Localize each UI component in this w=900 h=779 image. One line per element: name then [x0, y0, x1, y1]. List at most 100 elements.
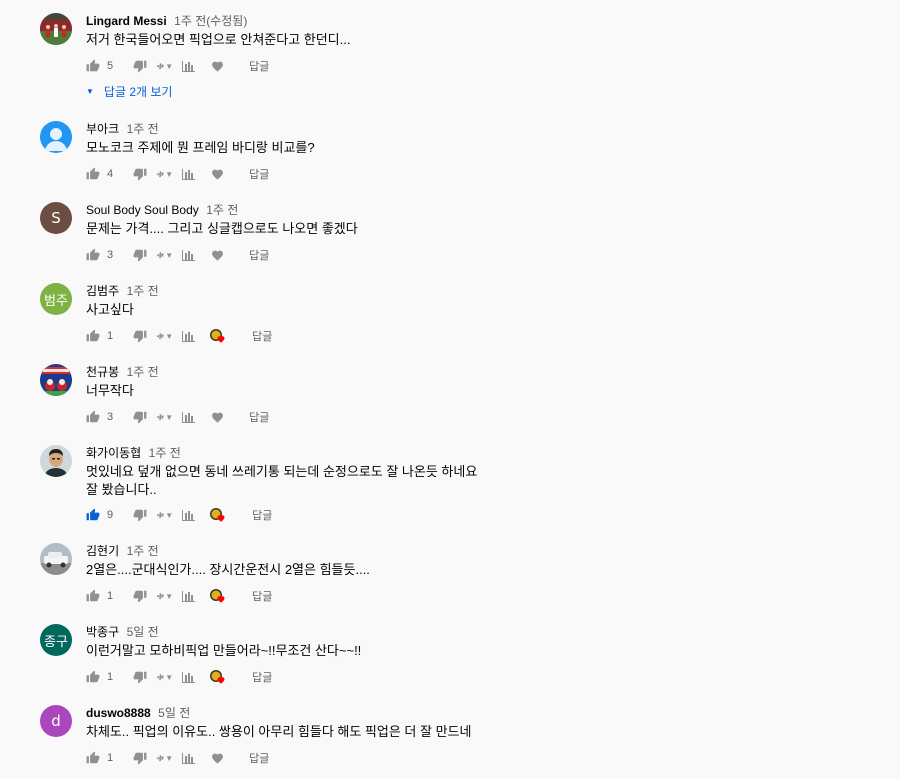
- reply-button[interactable]: 답글: [252, 588, 272, 604]
- thumbs-up-icon[interactable]: [86, 589, 100, 603]
- author-name[interactable]: Lingard Messi: [86, 14, 167, 28]
- heart-icon[interactable]: [210, 167, 224, 181]
- translate-icon[interactable]: ቱ ▼: [157, 169, 173, 180]
- translate-icon[interactable]: ቱ ▼: [157, 61, 173, 72]
- comment-header: Soul Body Soul Body 1주 전: [86, 202, 238, 218]
- comment-time[interactable]: 5일 전: [127, 625, 159, 639]
- avatar-letter: 종구: [44, 634, 68, 650]
- avatar[interactable]: [40, 121, 72, 153]
- bar-chart-icon[interactable]: [181, 329, 195, 343]
- heart-icon[interactable]: [210, 59, 224, 73]
- bar-chart-icon[interactable]: [181, 248, 195, 262]
- avatar[interactable]: [40, 445, 72, 477]
- author-name[interactable]: 김범주: [86, 284, 119, 298]
- reply-button[interactable]: 답글: [252, 328, 272, 344]
- translate-icon[interactable]: ቱ ▼: [157, 250, 173, 261]
- thumbs-up-icon[interactable]: [86, 329, 100, 343]
- comment-toolbar: 3 ቱ ▼ 답글: [86, 247, 269, 263]
- author-name[interactable]: duswo8888: [86, 706, 151, 720]
- comment-text: 이런거말고 모하비픽업 만들어라~!!무조건 산다~~!!: [86, 643, 362, 658]
- comment-text: 2열은....군대식인가.... 장시간운전시 2열은 힘들듯....: [86, 562, 370, 577]
- avatar-letter: d: [51, 712, 61, 730]
- bar-chart-icon[interactable]: [181, 751, 195, 765]
- bar-chart-icon[interactable]: [181, 589, 195, 603]
- thumbs-up-icon[interactable]: [86, 508, 100, 522]
- thumbs-down-icon[interactable]: [133, 589, 147, 603]
- comment-text: 멋있네요 덮개 없으면 동네 쓰레기통 되는데 순정으로도 잘 나온듯 하네요 …: [86, 464, 478, 497]
- reply-button[interactable]: 답글: [249, 409, 269, 425]
- author-name[interactable]: 화가이동협: [86, 446, 141, 460]
- view-replies-button[interactable]: ▼ 답글 2개 보기: [86, 83, 172, 100]
- thumbs-down-icon[interactable]: [133, 670, 147, 684]
- author-name[interactable]: 김현기: [86, 544, 119, 558]
- reply-button[interactable]: 답글: [249, 247, 269, 263]
- heart-icon[interactable]: [210, 751, 224, 765]
- comment-header: duswo8888 5일 전: [86, 705, 190, 721]
- comment-time[interactable]: 1주 전(수정됨): [174, 14, 247, 28]
- thumbs-down-icon[interactable]: [133, 167, 147, 181]
- bar-chart-icon[interactable]: [181, 670, 195, 684]
- translate-icon[interactable]: ቱ ▼: [157, 591, 173, 602]
- reply-button[interactable]: 답글: [249, 58, 269, 74]
- avatar[interactable]: S: [40, 202, 72, 234]
- comment-list: Lingard Messi 1주 전(수정됨) 저거 한국들어오면 픽업으로 안…: [0, 0, 900, 779]
- comment-text: 문제는 가격.... 그리고 싱글캡으로도 나오면 좋겠다: [86, 221, 358, 236]
- view-replies-label: 답글 2개 보기: [103, 85, 173, 99]
- heart-icon[interactable]: [210, 410, 224, 424]
- thumbs-down-icon[interactable]: [133, 248, 147, 262]
- reply-button[interactable]: 답글: [252, 669, 272, 685]
- thumbs-up-icon[interactable]: [86, 410, 100, 424]
- comment-time[interactable]: 1주 전: [149, 446, 181, 460]
- comment-toolbar: 4 ቱ ▼ 답글: [86, 166, 269, 182]
- heart-icon[interactable]: [210, 248, 224, 262]
- like-count: 1: [107, 752, 114, 764]
- translate-icon[interactable]: ቱ ▼: [157, 412, 173, 423]
- comment-time[interactable]: 1주 전: [206, 203, 238, 217]
- comment-text: 차체도.. 픽업의 이유도.. 쌍용이 아무리 힘들다 해도 픽업은 더 잘 만…: [86, 724, 472, 739]
- thumbs-up-icon[interactable]: [86, 670, 100, 684]
- comment-time[interactable]: 1주 전: [127, 122, 159, 136]
- thumbs-down-icon[interactable]: [133, 59, 147, 73]
- thumbs-up-icon[interactable]: [86, 751, 100, 765]
- translate-icon[interactable]: ቱ ▼: [157, 510, 173, 521]
- bar-chart-icon[interactable]: [181, 410, 195, 424]
- bar-chart-icon[interactable]: [181, 59, 195, 73]
- bar-chart-icon[interactable]: [181, 167, 195, 181]
- avatar[interactable]: [40, 13, 72, 45]
- reply-button[interactable]: 답글: [249, 166, 269, 182]
- comment-time[interactable]: 1주 전: [127, 365, 159, 379]
- thumbs-down-icon[interactable]: [133, 508, 147, 522]
- comment-time[interactable]: 1주 전: [127, 284, 159, 298]
- comment-text: 모노코크 주제에 뭔 프레임 바디랑 비교를?: [86, 140, 315, 155]
- thumbs-up-icon[interactable]: [86, 59, 100, 73]
- thumbs-up-icon[interactable]: [86, 248, 100, 262]
- author-name[interactable]: 박종구: [86, 625, 119, 639]
- avatar[interactable]: 종구: [40, 624, 72, 656]
- translate-icon[interactable]: ቱ ▼: [157, 331, 173, 342]
- comment-header: 김현기 1주 전: [86, 543, 159, 559]
- author-name[interactable]: 부아크: [86, 122, 119, 136]
- reply-button[interactable]: 답글: [249, 750, 269, 766]
- like-count: 5: [107, 60, 114, 72]
- author-name[interactable]: Soul Body Soul Body: [86, 203, 199, 217]
- comment-header: 부아크 1주 전: [86, 121, 159, 137]
- avatar[interactable]: d: [40, 705, 72, 737]
- comment-time[interactable]: 1주 전: [127, 544, 159, 558]
- thumbs-down-icon[interactable]: [133, 329, 147, 343]
- avatar[interactable]: 범주: [40, 283, 72, 315]
- like-count: 1: [107, 671, 114, 683]
- comment-time[interactable]: 5일 전: [158, 706, 190, 720]
- reply-button[interactable]: 답글: [252, 507, 272, 523]
- translate-icon[interactable]: ቱ ▼: [157, 672, 173, 683]
- thumbs-down-icon[interactable]: [133, 751, 147, 765]
- avatar[interactable]: [40, 543, 72, 575]
- thumbs-up-icon[interactable]: [86, 167, 100, 181]
- expand-arrow-icon: ▼: [86, 87, 94, 96]
- translate-icon[interactable]: ቱ ▼: [157, 753, 173, 764]
- author-name[interactable]: 천규봉: [86, 365, 119, 379]
- avatar[interactable]: [40, 364, 72, 396]
- bar-chart-icon[interactable]: [181, 508, 195, 522]
- thumbs-down-icon[interactable]: [133, 410, 147, 424]
- comment-toolbar: 1 ቱ ▼ 답글: [86, 750, 269, 766]
- comment-text: 저거 한국들어오면 픽업으로 안쳐준다고 한던디...: [86, 32, 351, 47]
